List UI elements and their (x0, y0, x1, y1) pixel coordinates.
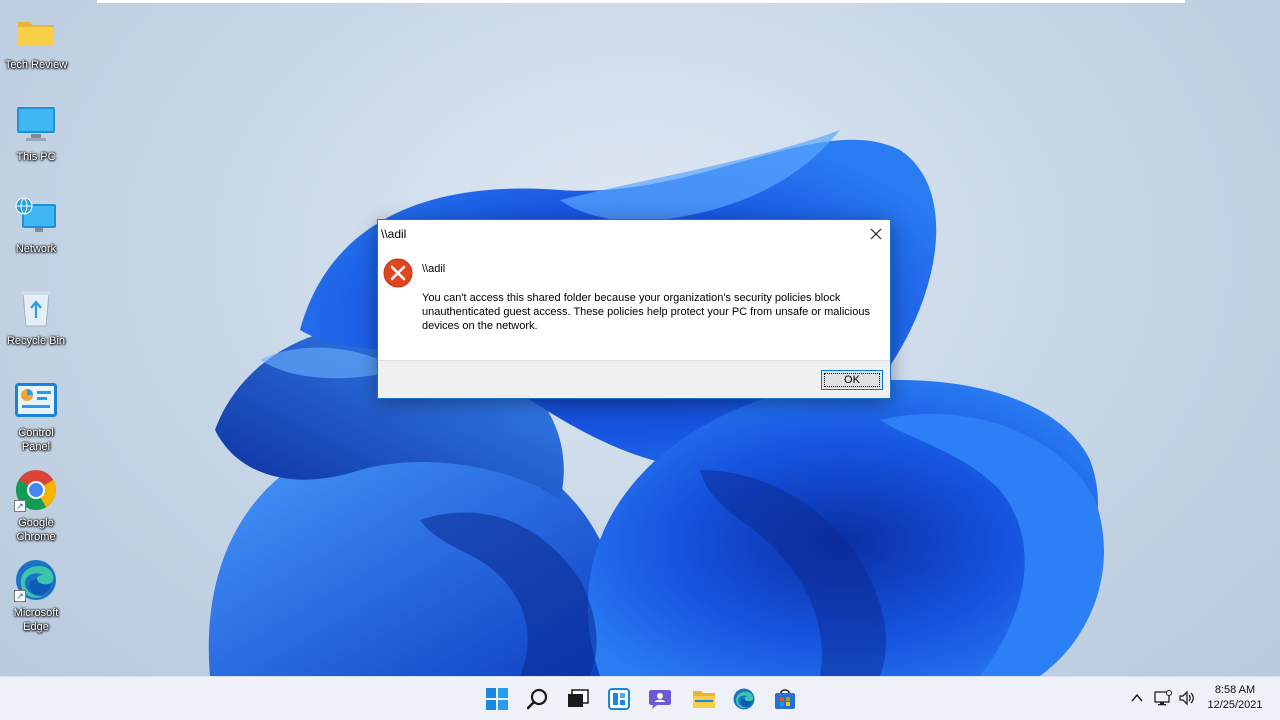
desktop-icon-label: Control Panel (18, 427, 54, 453)
recycle-bin-icon (14, 286, 58, 330)
desktop-icon-label: Tech Review (4, 59, 68, 71)
top-window-edge (97, 0, 1185, 3)
task-view-icon (568, 689, 589, 707)
shortcut-arrow-icon: ↗ (14, 590, 26, 602)
file-explorer-button[interactable] (688, 683, 720, 715)
chat-icon (649, 690, 671, 709)
clock-time: 8:58 AM (1214, 684, 1256, 696)
dialog-message: You can't access this shared folder beca… (422, 292, 870, 332)
dialog-heading: \\adil (422, 263, 446, 275)
volume-icon[interactable] (1178, 689, 1196, 707)
desktop-screen: Tech Review This PC Network Recycle Bin … (0, 0, 1280, 720)
monitor-icon (14, 102, 58, 146)
desktop-icon-google-chrome[interactable]: ↗ Google Chrome (0, 468, 72, 544)
edge-icon: ↗ (14, 558, 58, 602)
system-clock[interactable]: 8:58 AM 12/25/2021 (1200, 683, 1270, 713)
search-button[interactable] (522, 683, 554, 715)
task-view-button[interactable] (562, 683, 594, 715)
desktop-icon-recycle-bin[interactable]: Recycle Bin (0, 286, 72, 348)
dialog-titlebar[interactable]: \\adil (378, 220, 890, 248)
desktop-icon-control-panel[interactable]: Control Panel (0, 378, 72, 454)
edge-icon (733, 688, 755, 710)
ok-button[interactable]: OK (821, 370, 883, 390)
desktop-icon-this-pc[interactable]: This PC (0, 102, 72, 164)
desktop-icon-label: Microsoft Edge (13, 607, 59, 633)
dialog-footer: OK (378, 360, 890, 398)
widgets-icon (608, 688, 630, 710)
control-panel-icon (14, 378, 58, 422)
chrome-icon: ↗ (14, 468, 58, 512)
dialog-title: \\adil (381, 227, 407, 241)
desktop-icon-tech-review[interactable]: Tech Review (0, 10, 72, 72)
folder-icon (14, 10, 58, 54)
chevron-up-icon[interactable] (1129, 690, 1145, 706)
chat-button[interactable] (644, 683, 676, 715)
desktop-icon-microsoft-edge[interactable]: ↗ Microsoft Edge (0, 558, 72, 634)
shortcut-arrow-icon: ↗ (14, 500, 26, 512)
desktop-icon-network[interactable]: Network (0, 194, 72, 256)
error-dialog: \\adil \\adil You can't access this shar… (377, 219, 891, 399)
search-icon (527, 688, 548, 710)
desktop-icon-label: Network (15, 243, 57, 255)
clock-date: 12/25/2021 (1207, 699, 1263, 711)
error-icon (383, 258, 413, 288)
network-icon (14, 194, 58, 238)
taskbar: 8:58 AM 12/25/2021 (0, 676, 1280, 720)
start-button[interactable] (481, 683, 513, 715)
desktop-icon-label: Google Chrome (16, 517, 56, 543)
start-icon (486, 688, 508, 710)
widgets-button[interactable] (603, 683, 635, 715)
store-icon (775, 689, 795, 709)
file-explorer-icon (693, 691, 715, 708)
edge-taskbar-button[interactable] (728, 683, 760, 715)
close-icon (870, 228, 882, 240)
desktop-icon-label: This PC (16, 151, 56, 163)
close-button[interactable] (862, 220, 890, 248)
store-button[interactable] (769, 683, 801, 715)
network-icon[interactable] (1154, 689, 1172, 707)
desktop-icon-label: Recycle Bin (6, 335, 66, 347)
